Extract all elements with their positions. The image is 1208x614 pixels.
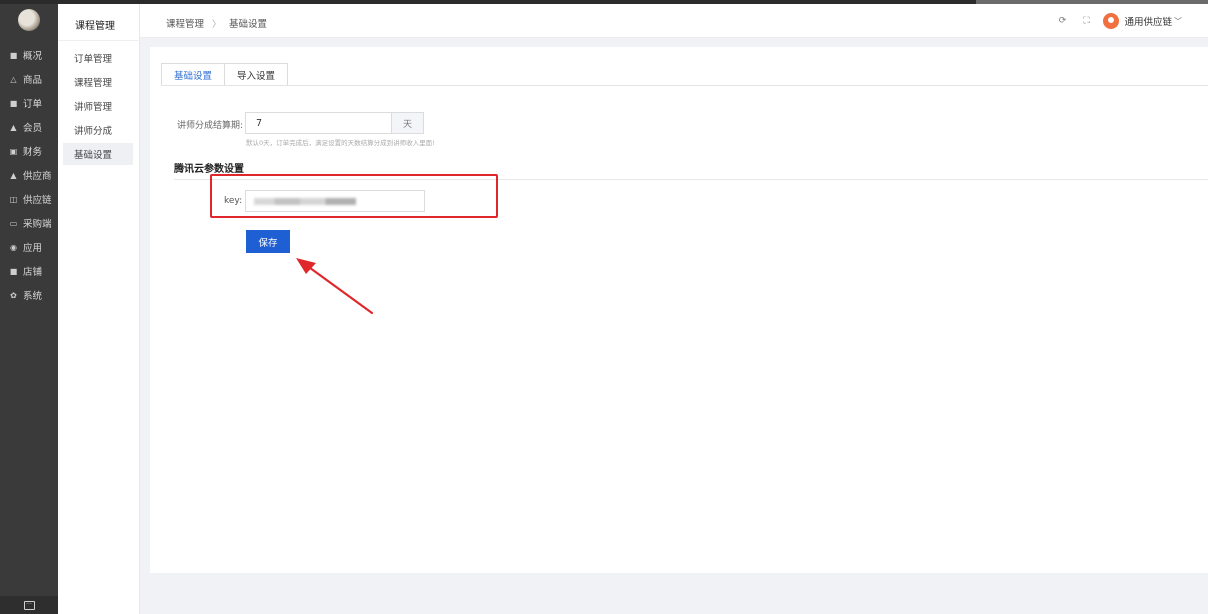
annotation-arrow-icon [296, 258, 374, 315]
